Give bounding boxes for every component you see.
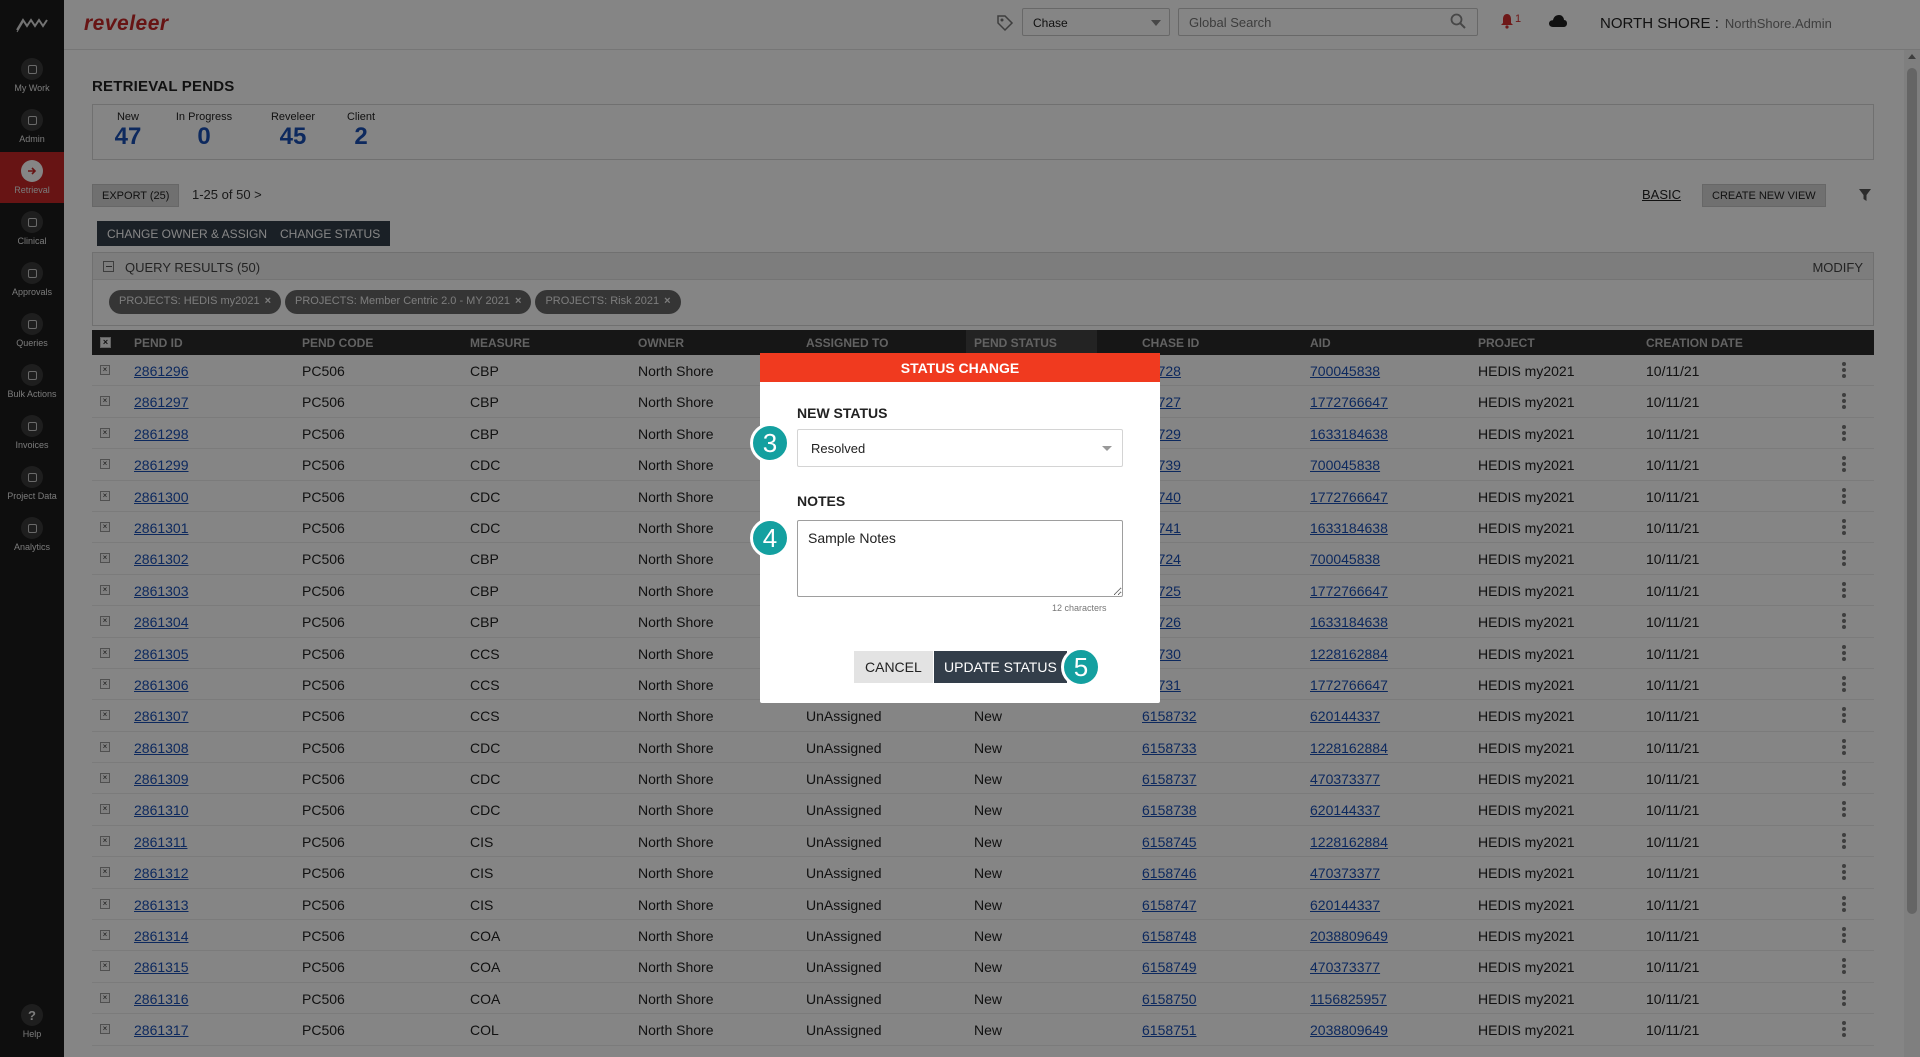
update-status-button[interactable]: UPDATE STATUS	[934, 651, 1067, 683]
notes-label: NOTES	[797, 493, 846, 509]
cancel-button[interactable]: CANCEL	[854, 651, 933, 683]
new-status-label: NEW STATUS	[797, 405, 888, 421]
modal-title: STATUS CHANGE	[760, 353, 1160, 382]
notes-char-count: 12 characters	[1052, 603, 1107, 613]
step-badge: 4	[750, 518, 790, 558]
step-badge: 3	[750, 423, 790, 463]
new-status-value: Resolved	[811, 441, 866, 456]
status-change-modal: STATUS CHANGE NEW STATUS Resolved NOTES …	[760, 353, 1160, 703]
chevron-down-icon	[1102, 446, 1112, 451]
step-badge: 5	[1061, 647, 1101, 687]
notes-textarea[interactable]: Sample Notes	[797, 520, 1123, 597]
new-status-select[interactable]: Resolved	[797, 429, 1123, 467]
